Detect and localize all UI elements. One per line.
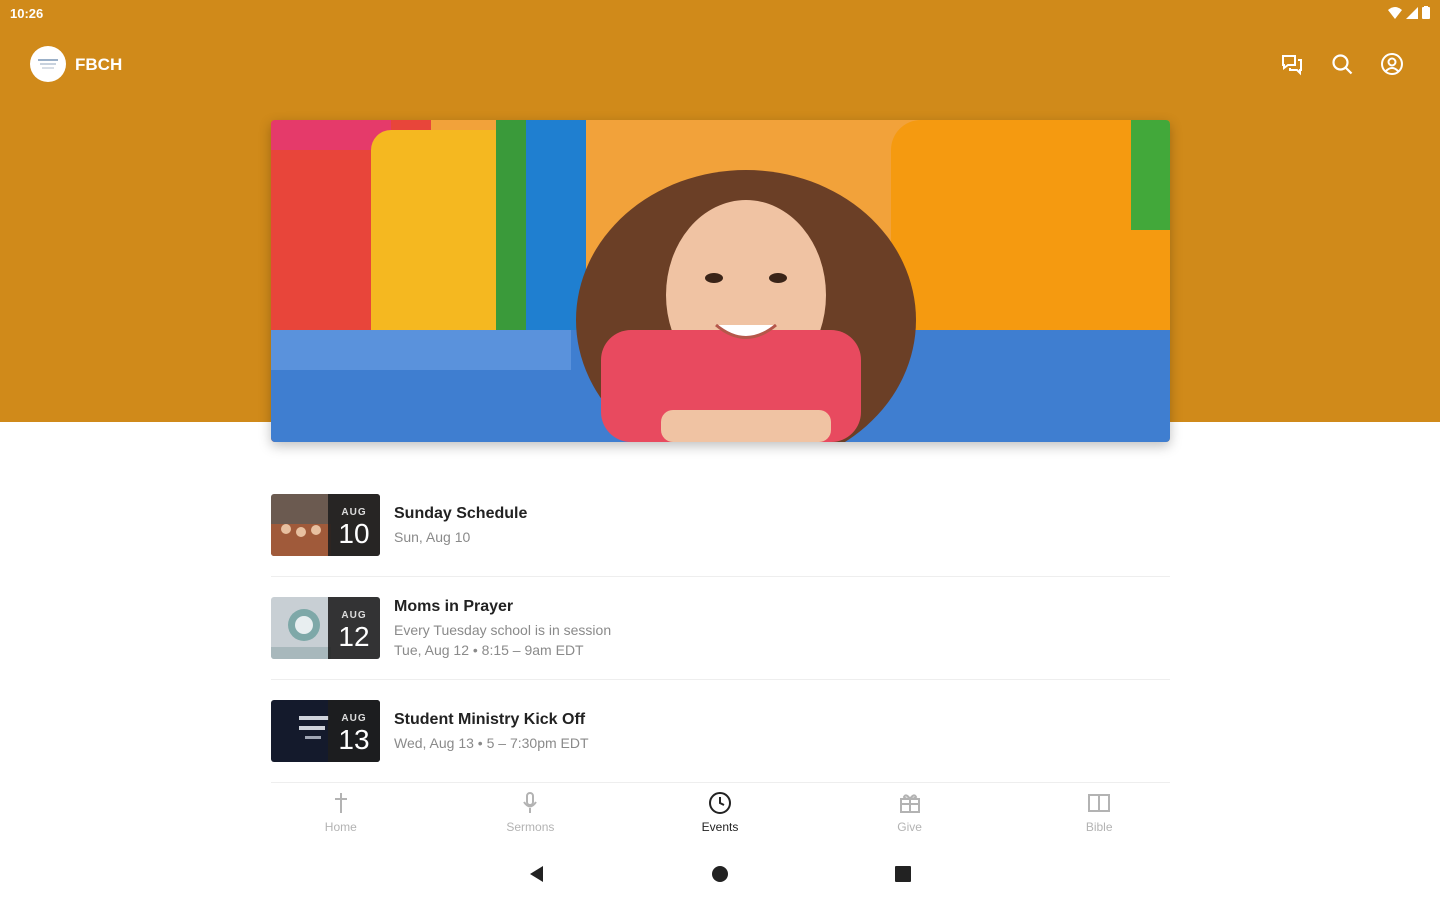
date-day: 12 <box>338 621 370 652</box>
event-date: Wed, Aug 13 • 5 – 7:30pm EDT <box>394 735 589 751</box>
system-navigation-bar <box>0 855 1440 893</box>
event-title: Student Ministry Kick Off <box>394 711 586 728</box>
app-title: FBCH <box>75 55 123 74</box>
event-thumbnail: AUG 13 <box>271 700 380 762</box>
nav-label: Home <box>324 820 357 834</box>
back-button[interactable] <box>526 863 548 885</box>
date-day: 10 <box>338 518 370 549</box>
date-day: 13 <box>338 724 370 755</box>
book-icon <box>1086 790 1112 816</box>
event-text: Student Ministry Kick Off Wed, Aug 13 • … <box>394 711 589 751</box>
event-text: Moms in Prayer Every Tuesday school is i… <box>394 598 611 658</box>
recents-square-icon <box>895 866 911 882</box>
header-actions <box>1278 50 1406 78</box>
nav-events[interactable]: Events <box>625 790 815 842</box>
nav-give[interactable]: Give <box>815 790 1005 842</box>
event-row[interactable]: AUG 12 Moms in Prayer Every Tuesday scho… <box>271 577 1170 680</box>
clock-icon <box>707 790 733 816</box>
messages-button[interactable] <box>1278 50 1306 78</box>
status-time: 10:26 <box>10 6 44 21</box>
date-month: AUG <box>341 507 367 518</box>
wifi-icon <box>1388 6 1402 22</box>
nav-label: Sermons <box>506 820 555 834</box>
search-button[interactable] <box>1328 50 1356 78</box>
event-title: Moms in Prayer <box>394 598 514 615</box>
event-row[interactable]: AUG 10 Sunday Schedule Sun, Aug 10 <box>271 474 1170 577</box>
search-icon <box>1332 54 1353 75</box>
back-triangle-icon <box>530 866 543 882</box>
logo-mark-icon <box>38 59 58 69</box>
date-month: AUG <box>341 713 367 724</box>
nav-label: Bible <box>1085 820 1113 834</box>
featured-hero-image[interactable] <box>271 120 1170 442</box>
date-month: AUG <box>341 610 367 621</box>
home-button[interactable] <box>709 863 731 885</box>
signal-icon <box>1406 6 1418 22</box>
date-badge: AUG 13 <box>328 700 380 762</box>
home-circle-icon <box>712 866 728 882</box>
event-thumbnail: AUG 10 <box>271 494 380 556</box>
event-date: Sun, Aug 10 <box>394 529 471 545</box>
microphone-icon <box>517 790 543 816</box>
event-row[interactable]: AUG 13 Student Ministry Kick Off Wed, Au… <box>271 680 1170 783</box>
date-badge: AUG 10 <box>328 494 380 556</box>
recents-button[interactable] <box>892 863 914 885</box>
hero-photo <box>271 120 1170 442</box>
event-list: AUG 10 Sunday Schedule Sun, Aug 10 AUG 1… <box>271 474 1170 783</box>
chat-icon <box>1282 55 1302 76</box>
nav-sermons[interactable]: Sermons <box>436 790 626 842</box>
bottom-navigation: Home Sermons Events Give Bible <box>246 790 1194 842</box>
event-thumbnail: AUG 12 <box>271 597 380 659</box>
event-description: Every Tuesday school is in session <box>394 622 612 638</box>
account-icon <box>1381 53 1403 75</box>
nav-home[interactable]: Home <box>246 790 436 842</box>
nav-label: Events <box>701 820 739 834</box>
church-logo[interactable] <box>30 46 66 82</box>
status-bar: 10:26 <box>0 0 1440 28</box>
date-badge: AUG 12 <box>328 597 380 659</box>
nav-label: Give <box>897 820 922 834</box>
event-title: Sunday Schedule <box>394 505 528 522</box>
nav-bible[interactable]: Bible <box>1004 790 1194 842</box>
profile-button[interactable] <box>1378 50 1406 78</box>
cross-icon <box>328 790 354 816</box>
event-date: Tue, Aug 12 • 8:15 – 9am EDT <box>394 642 584 658</box>
app-header: FBCH <box>0 40 1440 88</box>
event-text: Sunday Schedule Sun, Aug 10 <box>394 505 527 545</box>
battery-icon <box>1422 6 1430 22</box>
gift-icon <box>897 790 923 816</box>
status-icons <box>1388 6 1430 22</box>
